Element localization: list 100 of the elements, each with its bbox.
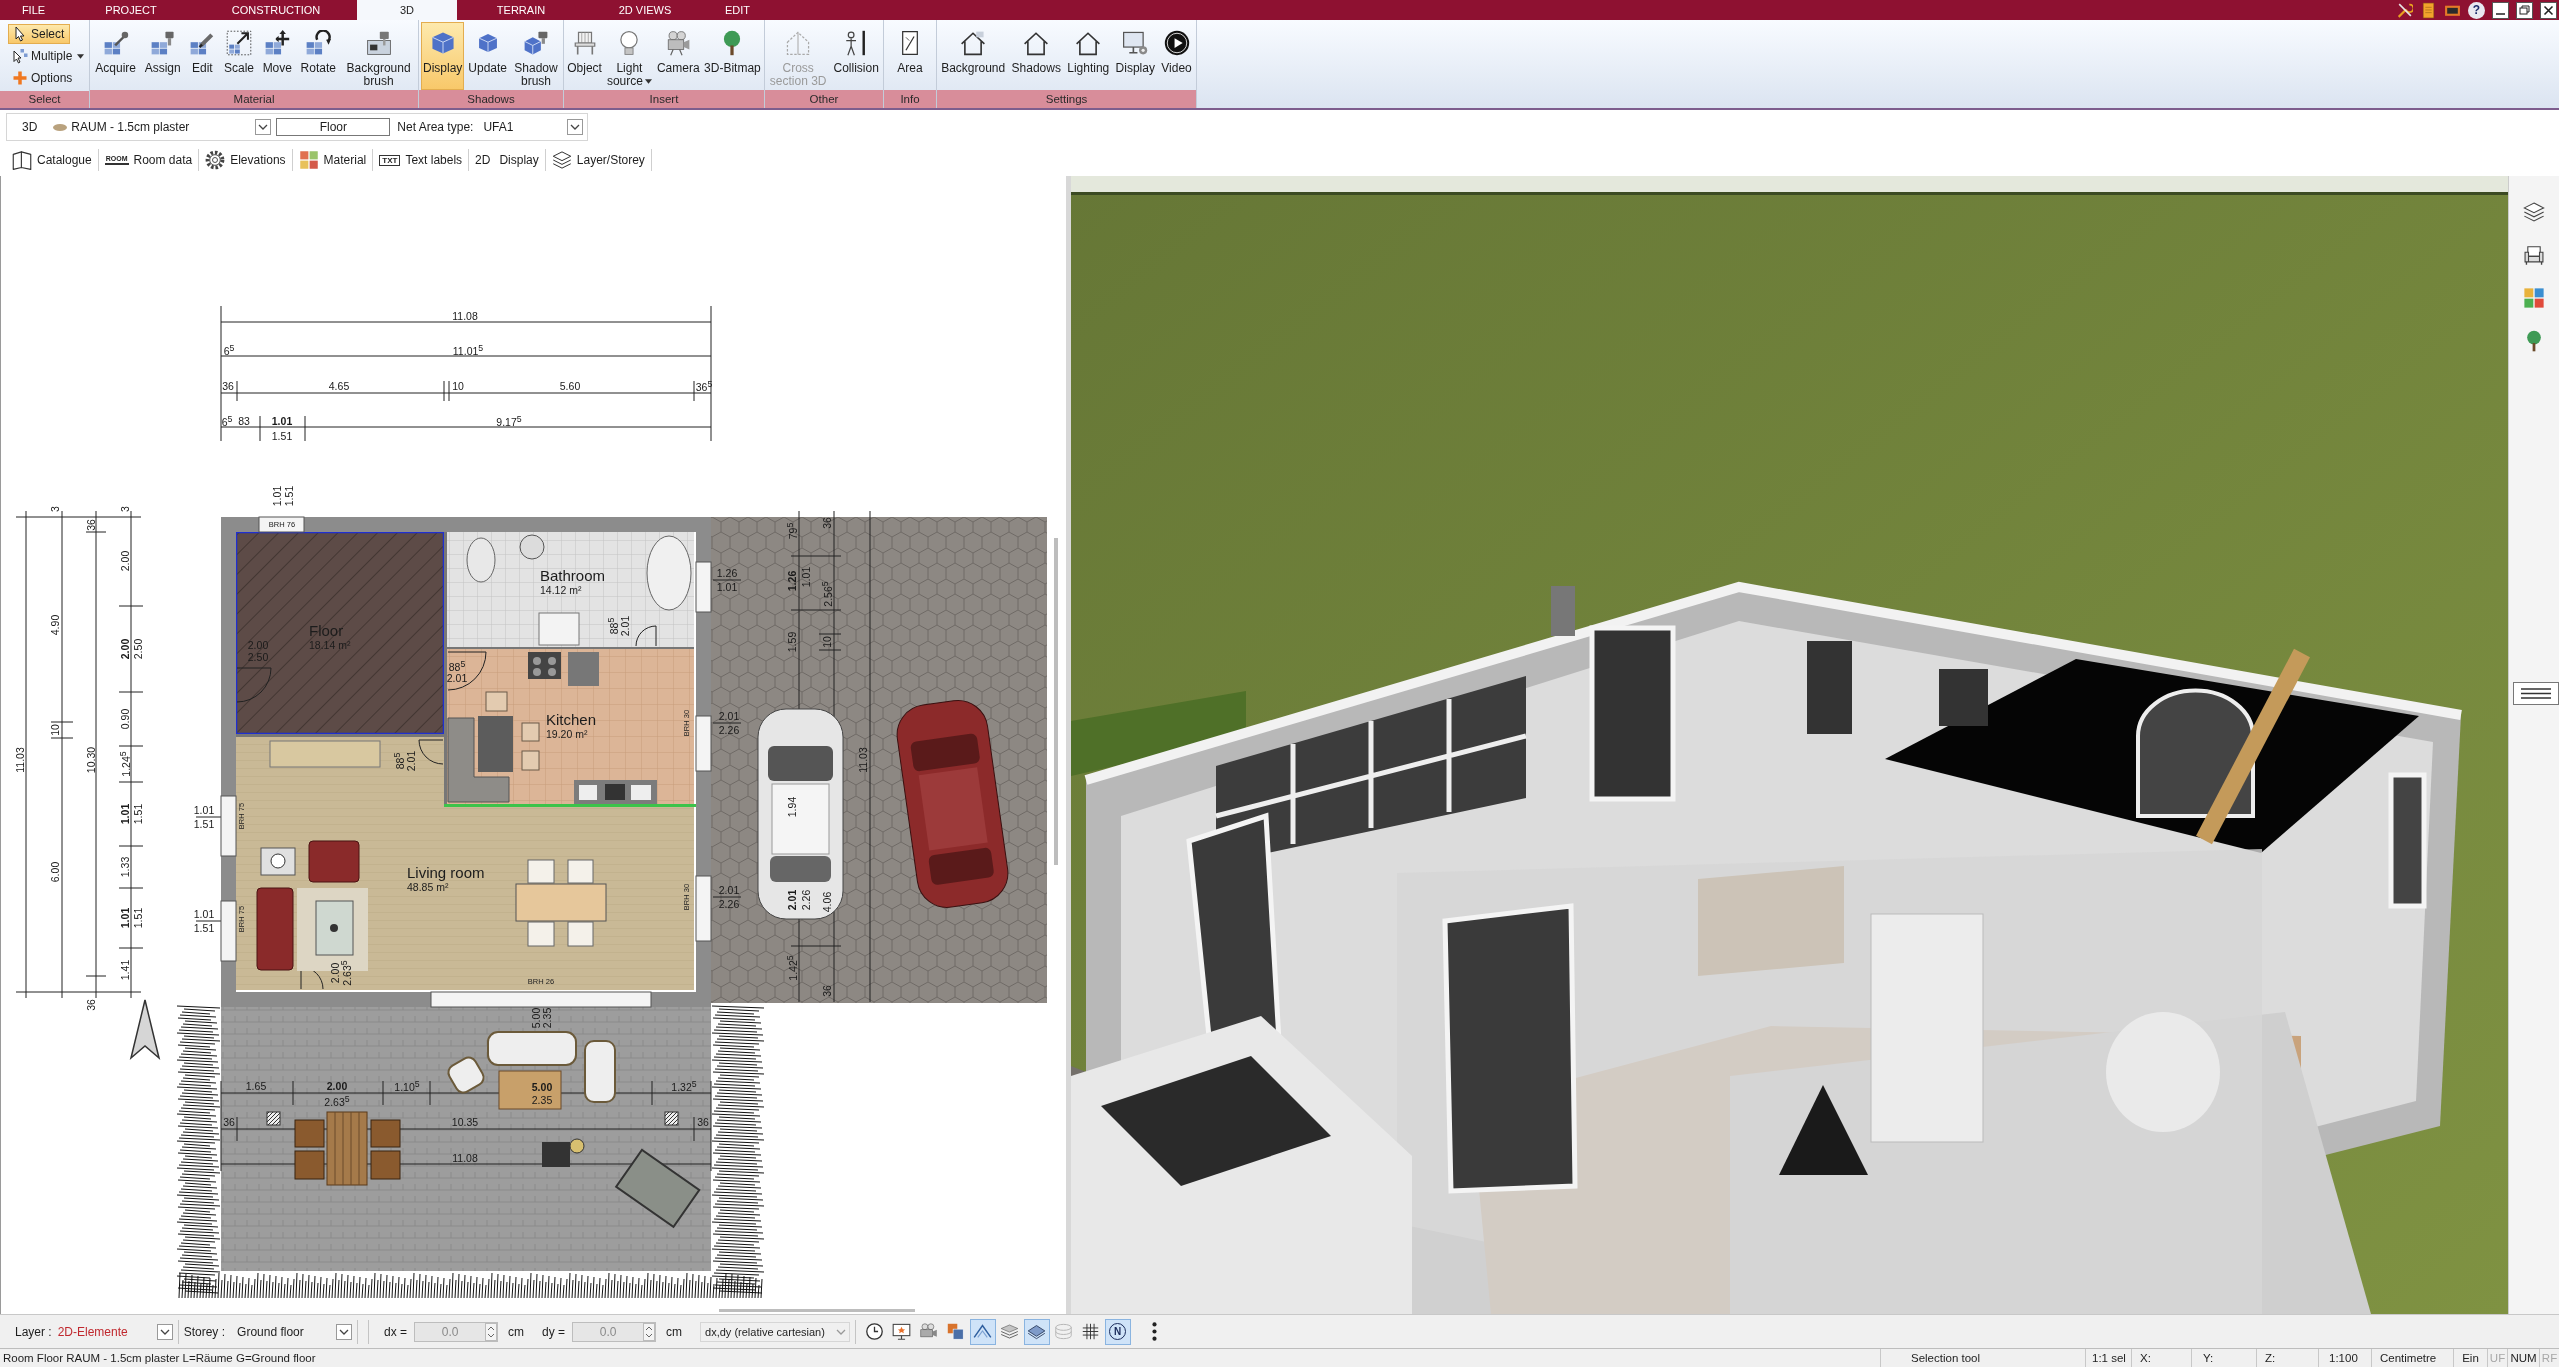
room-name-field[interactable]: Floor bbox=[276, 118, 391, 136]
clock-icon bbox=[865, 1322, 885, 1341]
storey-dropdown[interactable]: Ground floor bbox=[237, 1321, 353, 1342]
room-name: Living room bbox=[407, 864, 485, 881]
stacked-squares-icon bbox=[946, 1322, 966, 1341]
spinner-icon bbox=[643, 1322, 656, 1341]
layers-icon bbox=[1000, 1322, 1020, 1341]
ribbon-button[interactable]: Assign bbox=[142, 22, 183, 90]
ribbon-button[interactable]: Background bbox=[939, 22, 1008, 90]
ribbon-button[interactable]: Scale bbox=[221, 22, 256, 90]
scrollbar[interactable] bbox=[719, 1309, 915, 1312]
dimension-label: 11.01$^{5}$ bbox=[452, 342, 484, 358]
dimension-label: 1.51 bbox=[193, 818, 215, 830]
ribbon-button[interactable]: Display bbox=[421, 22, 465, 90]
ribbon-button[interactable]: Display bbox=[1113, 22, 1157, 90]
dimension-label: 2.01 bbox=[405, 750, 417, 772]
dimension-label: 1.51 bbox=[132, 907, 144, 929]
door-swing bbox=[236, 667, 272, 703]
tools-icon[interactable] bbox=[2396, 1, 2413, 19]
kitchen-cabinet bbox=[568, 652, 599, 686]
restore-icon[interactable] bbox=[2516, 1, 2533, 19]
armchair bbox=[584, 1040, 616, 1103]
toolbar-button[interactable]: Material bbox=[292, 147, 373, 173]
rotate-icon bbox=[305, 30, 332, 56]
ribbon-tab[interactable]: TERRAIN bbox=[457, 0, 585, 20]
ribbon-button[interactable]: Background brush bbox=[342, 22, 415, 90]
ribbon-tab[interactable]: CONSTRUCTION bbox=[195, 0, 357, 20]
dy-label: dy = bbox=[542, 1324, 566, 1339]
color-swatch-icon bbox=[298, 150, 319, 170]
house-3d-view-drawing[interactable] bbox=[1071, 176, 2508, 1314]
ribbon-button[interactable]: Lighting bbox=[1065, 22, 1112, 90]
toilet bbox=[466, 537, 496, 583]
layers-icon[interactable] bbox=[2523, 201, 2545, 223]
ribbon-button[interactable]: Shadows bbox=[1009, 22, 1063, 90]
material-dropdown[interactable]: RAUM - 1.5cm plaster bbox=[53, 117, 272, 137]
scrollbar[interactable] bbox=[1054, 538, 1058, 865]
camera-icon bbox=[665, 30, 692, 56]
dimension-label: 10 bbox=[49, 724, 61, 736]
ribbon-button[interactable]: Acquire bbox=[93, 22, 138, 90]
coffee-table bbox=[498, 1070, 562, 1110]
cube-brush-icon bbox=[523, 30, 549, 56]
status-field: Selection tool bbox=[1880, 1349, 2085, 1367]
north-arrow-icon bbox=[129, 999, 161, 1061]
unit-label: cm bbox=[666, 1324, 683, 1339]
toolbar-button[interactable]: TXT Text labels bbox=[373, 147, 469, 173]
coordinate-mode-dropdown[interactable]: dx,dy (relative cartesian) bbox=[700, 1321, 851, 1342]
ribbon-button[interactable]: Edit bbox=[187, 22, 218, 90]
ribbon-group-label: Settings bbox=[937, 90, 1196, 108]
layers-icon bbox=[551, 150, 572, 170]
ribbon-button[interactable]: Multiple bbox=[8, 46, 91, 66]
ribbon-tab[interactable]: EDIT bbox=[705, 0, 770, 20]
document-icon[interactable] bbox=[2420, 1, 2437, 19]
toolbar-button[interactable]: N bbox=[1104, 1318, 1131, 1345]
dimension-label: 2.01 bbox=[718, 710, 740, 722]
ribbon-button[interactable]: Light source bbox=[604, 22, 655, 90]
ribbon-button[interactable]: Move bbox=[260, 22, 294, 90]
room-name: Floor bbox=[309, 622, 345, 639]
ribbon-button[interactable]: Object bbox=[565, 22, 604, 90]
ribbon-tab[interactable]: FILE bbox=[0, 0, 67, 20]
dimension-label: 1.01 bbox=[119, 907, 131, 929]
text-tag-icon: TXT bbox=[379, 154, 401, 166]
area-type-dropdown[interactable]: UFA1 bbox=[483, 117, 583, 137]
ribbon-button[interactable]: Options bbox=[8, 68, 79, 88]
sink bbox=[519, 534, 545, 560]
chair bbox=[567, 921, 594, 947]
dimension-label: 3 bbox=[49, 506, 61, 512]
handle-icon[interactable] bbox=[2513, 682, 2559, 705]
dimension-label: 1.26 bbox=[786, 570, 798, 592]
ribbon-tab[interactable]: 3D bbox=[357, 0, 457, 20]
color-grid-icon[interactable] bbox=[2523, 287, 2545, 309]
dimension-label: 36 bbox=[222, 380, 234, 392]
ribbon-button[interactable]: Area bbox=[895, 22, 925, 90]
ribbon-tab[interactable]: PROJECT bbox=[67, 0, 195, 20]
toolbar-button[interactable]: Elevations bbox=[199, 147, 292, 173]
stove bbox=[528, 652, 561, 679]
ribbon-button[interactable]: Camera bbox=[654, 22, 702, 90]
ribbon-button[interactable]: Collision bbox=[831, 22, 881, 90]
garden-chair bbox=[370, 1119, 401, 1148]
close-icon[interactable] bbox=[2540, 1, 2557, 19]
ribbon-button[interactable]: Update bbox=[466, 22, 509, 90]
toolbar-button[interactable]: Catalogue bbox=[6, 147, 98, 173]
dimension-label: 2.01 bbox=[619, 615, 631, 637]
ribbon-button[interactable]: 3D-Bitmap bbox=[702, 22, 763, 90]
help-button[interactable]: ? bbox=[2468, 1, 2485, 19]
dimension-label: 2.01 bbox=[718, 884, 740, 896]
play-icon bbox=[1163, 30, 1190, 56]
ribbon-tab[interactable]: 2D VIEWS bbox=[585, 0, 705, 20]
ribbon-button[interactable]: Select bbox=[8, 24, 71, 44]
dimension-label: 2.26 bbox=[718, 898, 740, 910]
chair bbox=[527, 859, 555, 884]
minimize-icon[interactable] bbox=[2492, 1, 2509, 19]
layer-dropdown[interactable]: 2D-Elemente bbox=[57, 1321, 173, 1342]
toolbar-button[interactable]: 2D Display bbox=[469, 147, 545, 173]
armchair-icon[interactable] bbox=[2523, 244, 2545, 266]
ribbon-button[interactable]: Video bbox=[1159, 22, 1194, 90]
ribbon-button[interactable]: Rotate bbox=[298, 22, 338, 90]
window bbox=[695, 875, 712, 942]
toolbar-button[interactable]: Layer/Storey bbox=[545, 147, 651, 173]
spinner-icon bbox=[485, 1322, 498, 1341]
ribbon-button[interactable]: Shadow brush bbox=[511, 22, 561, 90]
